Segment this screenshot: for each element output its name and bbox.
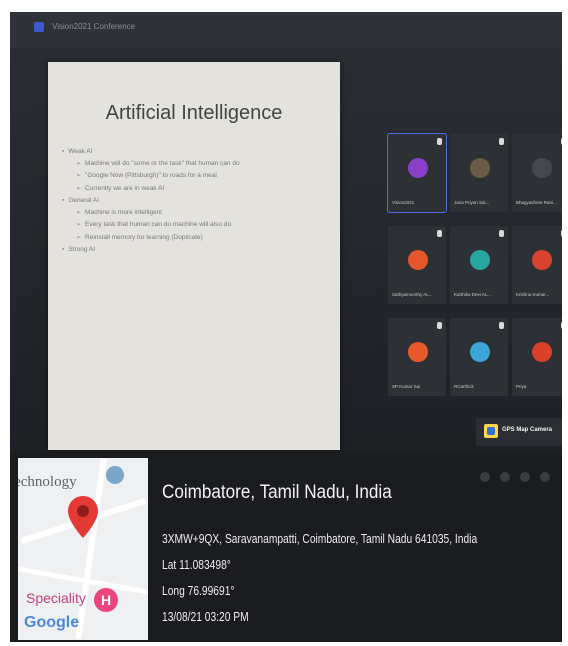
meeting-control-icon — [500, 472, 510, 482]
map-label-speciality: Speciality — [26, 590, 86, 606]
datetime-text: 13/08/21 03:20 PM — [162, 610, 249, 624]
window-title: Vision2021 Conference — [52, 22, 136, 31]
gps-map-camera-badge: GPS Map Camera — [476, 418, 562, 446]
mic-icon — [499, 230, 504, 237]
participant-name: Jana Priyan Sai... — [454, 200, 490, 205]
participant-avatar — [532, 342, 552, 362]
participant-tile[interactable]: Priya — [512, 318, 562, 396]
address-text: 3XMW+9QX, Saravanampatti, Coimbatore, Ta… — [162, 532, 478, 546]
mic-icon — [499, 322, 504, 329]
shared-slide: Artificial Intelligence Weak AIMachine w… — [48, 62, 340, 450]
map-label-technology: Technology — [18, 474, 77, 490]
mic-icon — [437, 322, 442, 329]
participant-avatar — [470, 342, 490, 362]
slide-bullet: Machine is more intelligent — [62, 207, 322, 220]
participant-name: Karthika Devi AL... — [454, 292, 492, 297]
mic-icon — [561, 138, 562, 145]
place-name: Coimbatore, Tamil Nadu, India — [162, 482, 392, 503]
slide-bullet: Every task that human can do machine wil… — [62, 219, 322, 232]
map-road — [75, 458, 107, 640]
participant-avatar — [470, 158, 490, 178]
slide-bullets: Weak AIMachine will do "some or the task… — [62, 146, 322, 256]
mic-icon — [561, 322, 562, 329]
latitude-text: Lat 11.083498° — [162, 558, 231, 572]
slide-bullet: "Google Now (Pittsburgh)" to roads for a… — [62, 170, 322, 183]
slide-bullet: Weak AI — [62, 146, 322, 158]
participant-avatar — [408, 158, 428, 178]
participant-tile[interactable]: Karthika Devi AL... — [450, 226, 508, 304]
meeting-control-icon — [520, 472, 530, 482]
participant-avatar — [408, 342, 428, 362]
participant-tile[interactable]: Bhagyashree Rani... — [512, 134, 562, 212]
participant-tile[interactable]: Sathyamoorthy AL... — [388, 226, 446, 304]
map-poi-icon — [106, 466, 124, 484]
meeting-titlebar: Vision2021 Conference — [10, 12, 562, 48]
participant-name: Vision2021 — [392, 200, 415, 205]
map-thumbnail: Technology Speciality H Google — [18, 458, 148, 640]
participant-name: Krishna Kumar... — [516, 292, 550, 297]
participant-tile[interactable]: Jana Priyan Sai... — [450, 134, 508, 212]
gps-camera-icon — [484, 424, 498, 438]
participant-name: Priya — [516, 384, 527, 389]
gps-badge-label: GPS Map Camera — [502, 427, 553, 433]
participant-name: Bhagyashree Rani... — [516, 200, 557, 205]
participant-avatar — [408, 250, 428, 270]
mic-icon — [437, 138, 442, 145]
mic-icon — [561, 230, 562, 237]
slide-bullet: Machine will do "some or the task" that … — [62, 158, 322, 171]
participant-name: SP Kumar Sai — [392, 384, 421, 389]
participant-name: Sathyamoorthy AL... — [392, 292, 433, 297]
mic-icon — [437, 230, 442, 237]
meeting-control-icon — [540, 472, 550, 482]
mic-icon — [499, 138, 504, 145]
participant-tile[interactable]: RCarthick — [450, 318, 508, 396]
participant-tile[interactable]: SP Kumar Sai — [388, 318, 446, 396]
hospital-icon: H — [94, 588, 118, 612]
meeting-control-icon — [480, 472, 490, 482]
participant-avatar — [470, 250, 490, 270]
slide-bullet: Reinstall memory for learning (Duplicate… — [62, 232, 322, 245]
participant-tile[interactable]: Krishna Kumar... — [512, 226, 562, 304]
slide-bullet: Strong AI — [62, 244, 322, 256]
google-attribution: Google — [24, 614, 80, 631]
photo-frame: Vision2021 Conference Artificial Intelli… — [10, 12, 562, 642]
participant-tile[interactable]: Vision2021 — [387, 133, 447, 213]
slide-title: Artificial Intelligence — [105, 102, 283, 124]
longitude-text: Long 76.99691° — [162, 584, 235, 598]
location-overlay: Technology Speciality H Google Coimbator… — [10, 452, 562, 642]
slide-bullet: General AI — [62, 195, 322, 207]
participant-avatar — [532, 250, 552, 270]
slide-bullet: Currently we are in weak AI — [62, 183, 322, 196]
participant-name: RCarthick — [454, 384, 474, 389]
app-logo-icon — [34, 22, 44, 32]
participant-avatar — [532, 158, 552, 178]
location-pin-icon — [68, 496, 98, 538]
monitor-screen: Vision2021 Conference Artificial Intelli… — [10, 12, 562, 452]
